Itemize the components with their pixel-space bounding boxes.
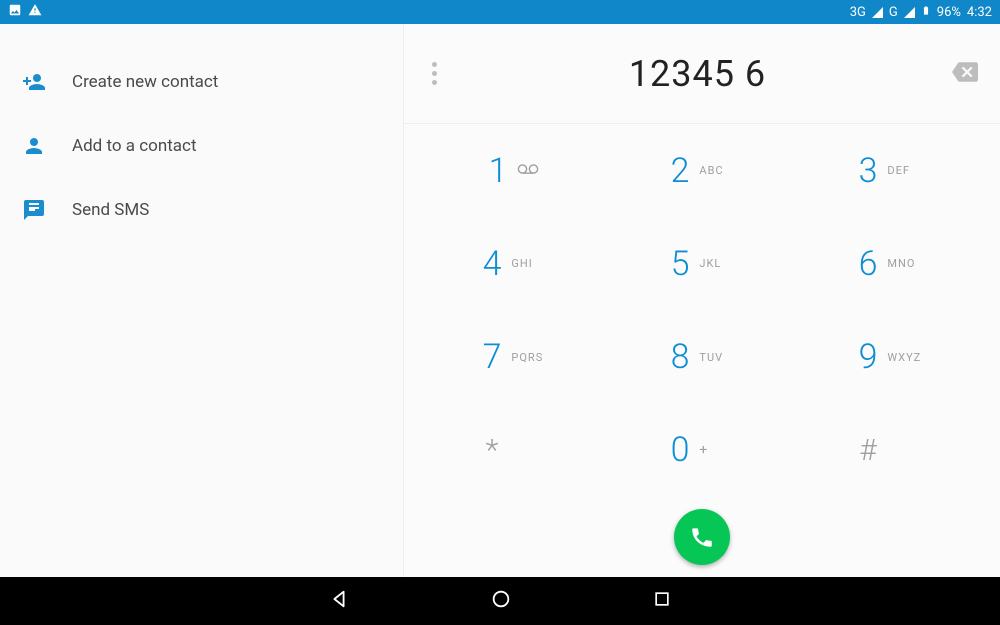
key-0-digit: 0 <box>671 430 690 470</box>
key-hash-digit: # <box>859 433 876 468</box>
network-2-label: G <box>889 5 898 20</box>
key-6-digit: 6 <box>859 244 878 284</box>
picture-icon <box>8 3 22 21</box>
main-area: Create new contact Add to a contact Send… <box>0 24 1000 577</box>
key-3[interactable]: 3 DEF <box>796 124 984 217</box>
key-6-letters: MNO <box>887 257 921 270</box>
key-8[interactable]: 8 TUV <box>608 311 796 404</box>
key-4-letters: GHI <box>511 257 545 270</box>
signal-2-icon <box>904 7 915 18</box>
person-add-icon <box>20 70 48 94</box>
key-8-digit: 8 <box>671 337 690 377</box>
key-7-digit: 7 <box>483 337 502 377</box>
create-contact-label: Create new contact <box>72 72 218 92</box>
key-star[interactable]: * <box>420 404 608 497</box>
key-hash[interactable]: # <box>796 404 984 497</box>
key-4[interactable]: 4 GHI <box>420 217 608 310</box>
voicemail-icon <box>517 163 539 179</box>
sms-icon <box>20 198 48 222</box>
create-contact-row[interactable]: Create new contact <box>0 50 403 114</box>
battery-icon <box>921 3 931 22</box>
overflow-menu-icon[interactable] <box>426 56 443 91</box>
key-2-letters: ABC <box>699 164 733 177</box>
key-star-digit: * <box>486 433 499 468</box>
call-row <box>404 497 1000 577</box>
key-9[interactable]: 9 WXYZ <box>796 311 984 404</box>
dialed-number: 12345 6 <box>443 53 952 95</box>
backspace-button[interactable] <box>952 59 978 89</box>
key-1[interactable]: 1 <box>420 124 608 217</box>
key-0-plus: + <box>699 442 733 458</box>
key-9-letters: WXYZ <box>887 351 921 364</box>
key-3-digit: 3 <box>859 151 878 191</box>
key-3-letters: DEF <box>887 164 921 177</box>
key-1-digit: 1 <box>489 151 508 191</box>
dialer-top: 12345 6 <box>404 24 1000 124</box>
key-7[interactable]: 7 PQRS <box>420 311 608 404</box>
send-sms-label: Send SMS <box>72 200 149 220</box>
nav-bar <box>0 577 1000 625</box>
key-2[interactable]: 2 ABC <box>608 124 796 217</box>
call-button[interactable] <box>674 509 730 565</box>
add-to-contact-label: Add to a contact <box>72 136 197 156</box>
key-6[interactable]: 6 MNO <box>796 217 984 310</box>
key-0[interactable]: 0 + <box>608 404 796 497</box>
signal-1-icon <box>872 7 883 18</box>
add-to-contact-row[interactable]: Add to a contact <box>0 114 403 178</box>
nav-home-button[interactable] <box>490 588 512 614</box>
alert-icon <box>28 3 42 21</box>
key-5-digit: 5 <box>671 244 690 284</box>
person-icon <box>20 134 48 158</box>
nav-back-button[interactable] <box>328 588 350 614</box>
key-9-digit: 9 <box>859 337 878 377</box>
key-4-digit: 4 <box>483 244 502 284</box>
keypad: 1 2 ABC 3 DEF 4 GHI 5 JKL 6 <box>404 124 1000 497</box>
key-8-letters: TUV <box>699 351 733 364</box>
status-bar: 3G G 96% 4:32 <box>0 0 1000 24</box>
send-sms-row[interactable]: Send SMS <box>0 178 403 242</box>
key-5[interactable]: 5 JKL <box>608 217 796 310</box>
clock-label: 4:32 <box>967 5 992 20</box>
battery-percent: 96% <box>937 5 961 20</box>
actions-pane: Create new contact Add to a contact Send… <box>0 24 404 577</box>
nav-recents-button[interactable] <box>652 589 672 613</box>
network-1-label: 3G <box>850 5 866 20</box>
key-5-letters: JKL <box>699 257 733 270</box>
key-7-letters: PQRS <box>511 351 545 364</box>
dialer-pane: 12345 6 1 2 ABC 3 DEF 4 GHI <box>404 24 1000 577</box>
key-2-digit: 2 <box>671 151 690 191</box>
